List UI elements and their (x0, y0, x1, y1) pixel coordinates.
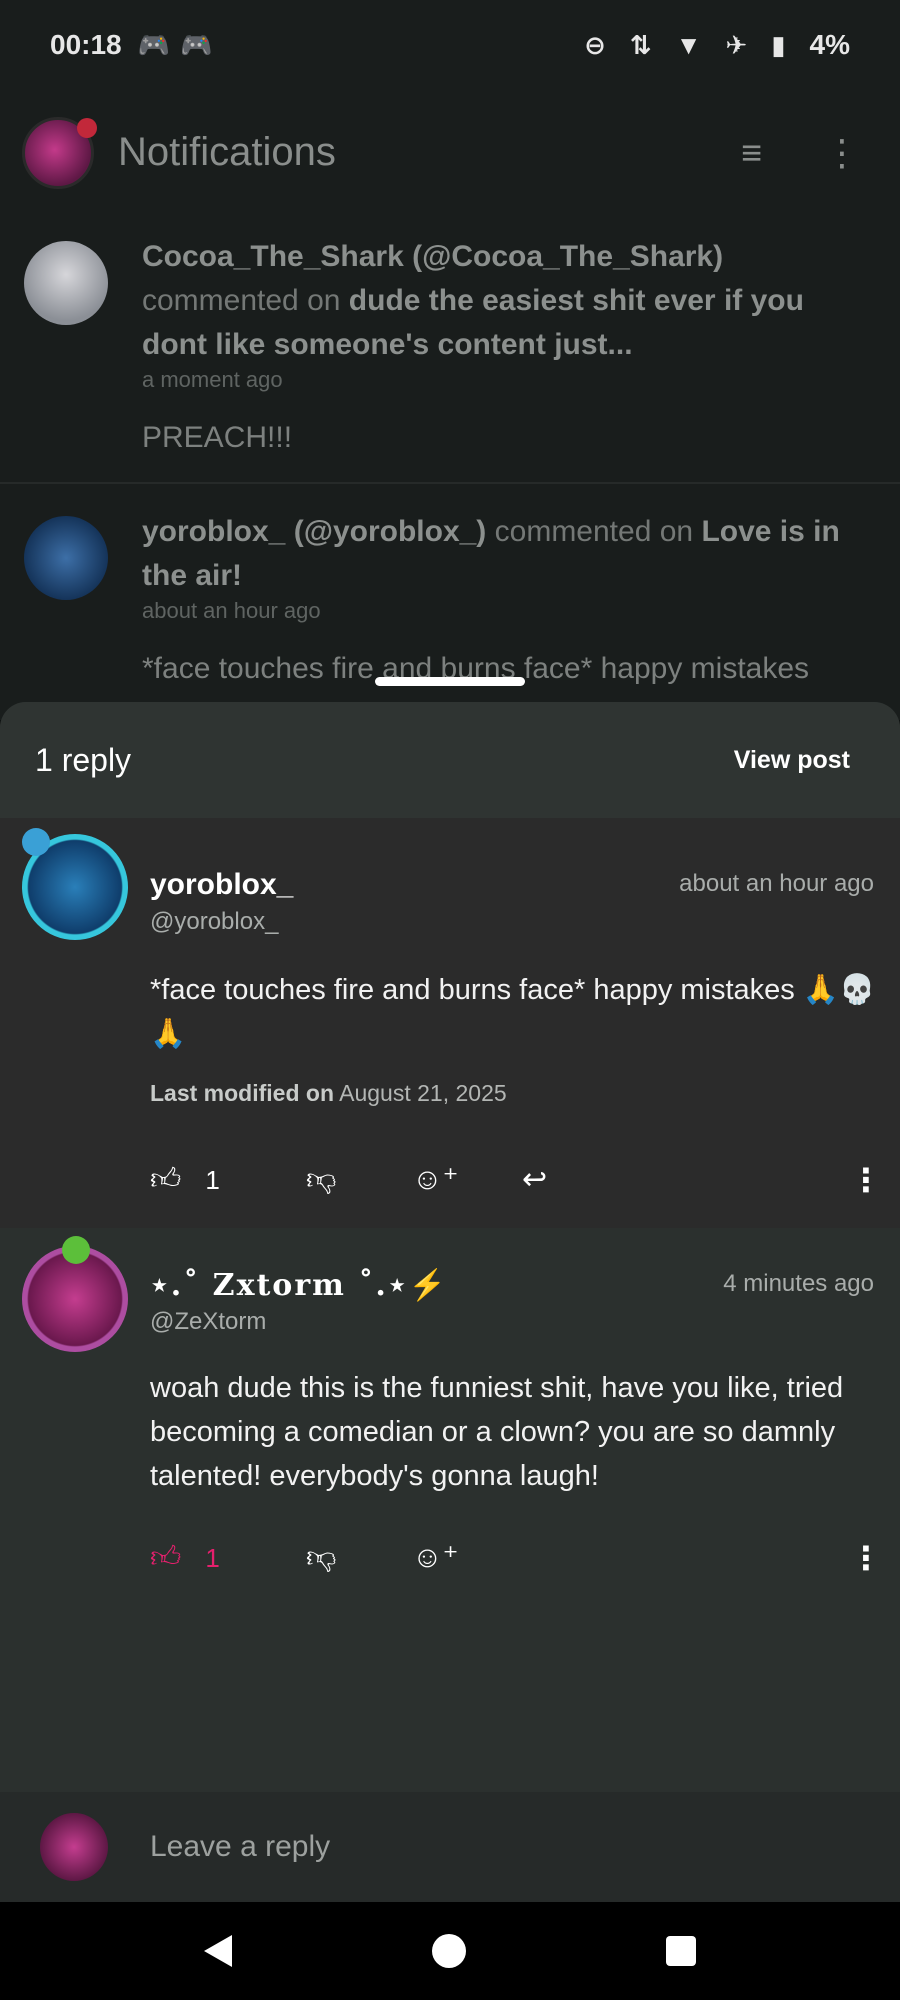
status-time: 00:18 (50, 29, 122, 60)
more-vertical-icon: ⋮ (850, 1162, 882, 1198)
comment-actions: 👍︎ 1 👎︎ ☺⁺ ⋮ (150, 1536, 882, 1580)
replies-sheet: 1 reply View post yoroblox_ @yoroblox_ a… (0, 702, 900, 1902)
dislike-button[interactable]: 👎︎ (306, 1165, 412, 1195)
sheet-drag-handle[interactable] (375, 677, 525, 686)
add-reaction-button[interactable]: ☺⁺ (412, 1165, 522, 1195)
notification-user: Cocoa_The_Shark (@Cocoa_The_Shark) (142, 240, 724, 273)
do-not-disturb-icon: ⊖ (584, 29, 606, 60)
reply-button[interactable]: ↩ (522, 1165, 547, 1195)
reply-bar: Leave a reply (0, 1792, 900, 1902)
thumbs-down-icon: 👎︎ (306, 1541, 337, 1574)
thumbs-down-icon: 👎︎ (306, 1163, 337, 1196)
comment-author[interactable]: yoroblox_ (150, 868, 293, 902)
notification-time: about an hour ago (142, 598, 321, 623)
comment-body: *face touches fire and burns face* happy… (150, 974, 876, 1050)
comment-body: woah dude this is the funniest shit, hav… (150, 1372, 844, 1492)
airplane-icon: ✈ (725, 29, 748, 60)
notification-item[interactable]: Cocoa_The_Shark (@Cocoa_The_Shark) comme… (0, 235, 900, 455)
notification-dot (77, 117, 97, 138)
notification-action: commented on (494, 515, 694, 548)
comment-time: 4 minutes ago (723, 1270, 874, 1297)
notification-user: yoroblox_ (@yoroblox_) (142, 515, 487, 548)
notification-text: yoroblox_ (@yoroblox_) commented on Love… (142, 510, 876, 598)
divider (0, 482, 900, 484)
avatar-badge (62, 1236, 90, 1264)
like-count: 1 (205, 1164, 220, 1195)
comment-more-button[interactable]: ⋮ (850, 1161, 882, 1199)
battery-level: 4% (809, 29, 850, 60)
more-vertical-icon: ⋮ (850, 1540, 882, 1576)
notification-message: PREACH!!! (142, 421, 293, 454)
data-arrows-icon: ⇅ (629, 29, 652, 60)
avatar-badge (22, 828, 50, 856)
add-reaction-icon: ☺⁺ (412, 1163, 459, 1196)
recent-apps-icon[interactable] (666, 1936, 696, 1966)
thumbs-up-icon: 👍︎ (150, 1163, 182, 1196)
notification-item[interactable]: yoroblox_ (@yoroblox_) commented on Love… (0, 510, 900, 686)
page-title: Notifications (118, 130, 336, 174)
view-post-button[interactable]: View post (734, 746, 850, 775)
add-reaction-icon: ☺⁺ (412, 1541, 459, 1574)
game-controller-icon: 🎮 (137, 29, 170, 60)
dislike-button[interactable]: 👎︎ (306, 1543, 412, 1573)
comment-handle: @yoroblox_ (150, 908, 279, 935)
notification-avatar (24, 241, 108, 325)
comment-time: about an hour ago (679, 870, 874, 897)
reply-count: 1 reply (35, 741, 132, 778)
back-icon[interactable] (204, 1935, 232, 1967)
like-button[interactable]: 👍︎ 1 (150, 1165, 306, 1196)
like-count: 1 (205, 1542, 220, 1573)
thumbs-up-icon: 👍︎ (150, 1541, 182, 1574)
last-modified-label: Last modified on (150, 1080, 334, 1106)
comment-handle: @ZeXtorm (150, 1308, 267, 1335)
comment-actions: 👍︎ 1 👎︎ ☺⁺ ↩ ⋮ (150, 1158, 882, 1202)
comment-item: yoroblox_ @yoroblox_ about an hour ago *… (0, 818, 900, 1228)
more-vertical-icon[interactable]: ⋮ (824, 132, 860, 174)
reply-input[interactable]: Leave a reply (150, 1830, 330, 1864)
notifications-background: 00:18 🎮 🎮 ⊖ ⇅ ▼ ✈ ▮ 4% Notifications ≡ ⋮… (0, 0, 900, 720)
game-controller-icon: 🎮 (180, 29, 213, 60)
wifi-icon: ▼ (675, 29, 702, 60)
app-bar: Notifications ≡ ⋮ (0, 100, 900, 205)
profile-avatar[interactable] (22, 116, 97, 189)
reply-arrow-icon: ↩ (522, 1163, 548, 1196)
home-icon[interactable] (432, 1934, 466, 1968)
last-modified-date: August 21, 2025 (339, 1080, 507, 1106)
notification-action: commented on (142, 284, 341, 317)
comment-author[interactable]: ⋆.˚ 𝐙𝐱𝐭𝐨𝐫𝐦 ˚.⋆⚡ (150, 1268, 448, 1303)
last-modified: Last modified on August 21, 2025 (150, 1080, 507, 1107)
comment-item: ⋆.˚ 𝐙𝐱𝐭𝐨𝐫𝐦 ˚.⋆⚡ @ZeXtorm 4 minutes ago w… (0, 1228, 900, 1768)
status-bar: 00:18 🎮 🎮 ⊖ ⇅ ▼ ✈ ▮ 4% (0, 0, 900, 90)
like-button[interactable]: 👍︎ 1 (150, 1543, 306, 1574)
add-reaction-button[interactable]: ☺⁺ (412, 1543, 522, 1573)
notification-avatar (24, 516, 108, 600)
system-nav-bar (0, 1902, 900, 2000)
current-user-avatar (40, 1813, 108, 1881)
notification-time: a moment ago (142, 367, 283, 392)
notification-text: Cocoa_The_Shark (@Cocoa_The_Shark) comme… (142, 235, 876, 367)
sheet-header: 1 reply View post (0, 702, 900, 818)
comment-more-button[interactable]: ⋮ (850, 1539, 882, 1577)
filter-icon[interactable]: ≡ (741, 132, 762, 174)
battery-charging-icon: ▮ (771, 29, 786, 60)
